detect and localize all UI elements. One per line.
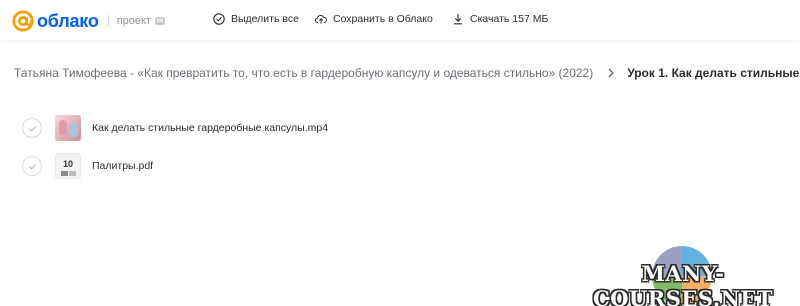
check-circle-icon — [213, 13, 225, 25]
list-item[interactable]: 10 Палитры.pdf — [22, 147, 422, 185]
save-to-cloud-label: Сохранить в Облако — [333, 13, 433, 25]
download-label: Скачать 157 МБ — [470, 13, 549, 25]
logo-divider — [107, 15, 109, 27]
file-name[interactable]: Как делать стильные гардеробные капсулы.… — [92, 122, 328, 134]
file-list: Как делать стильные гардеробные капсулы.… — [22, 109, 422, 185]
select-checkbox[interactable] — [22, 118, 42, 138]
pdf-thumbnail-icon: 10 — [55, 153, 81, 179]
file-name[interactable]: Палитры.pdf — [92, 160, 153, 172]
cloud-upload-icon — [315, 14, 327, 24]
pdf-thumbnail-number: 10 — [62, 159, 73, 169]
breadcrumb-current: Урок 1. Как делать стильные гард... — [627, 66, 800, 80]
watermark: MANY-COURSES.NET — [566, 246, 800, 306]
list-item[interactable]: Как делать стильные гардеробные капсулы.… — [22, 109, 422, 147]
watermark-text: MANY-COURSES.NET — [592, 261, 773, 306]
video-thumbnail-icon — [55, 115, 81, 141]
select-all-button[interactable]: Выделить все — [213, 13, 299, 25]
vk-badge: vk — [154, 17, 165, 25]
download-icon — [454, 14, 462, 25]
checkmark-icon — [28, 125, 36, 132]
at-sign-icon — [12, 10, 34, 32]
select-all-label: Выделить все — [231, 13, 299, 25]
chevron-right-icon — [608, 68, 615, 78]
project-label: проект — [116, 15, 151, 27]
top-bar: облако проект vk Выделить все Сохранить … — [0, 0, 800, 40]
cloud-logo[interactable]: облако проект vk — [12, 10, 165, 32]
download-button[interactable]: Скачать 157 МБ — [452, 13, 548, 25]
logo-text: облако — [37, 10, 99, 31]
checkmark-icon — [28, 163, 36, 170]
breadcrumb-parent-link[interactable]: Татьяна Тимофеева - «Как превратить то, … — [14, 66, 593, 80]
select-checkbox[interactable] — [22, 156, 42, 176]
save-to-cloud-button[interactable]: Сохранить в Облако — [315, 13, 433, 25]
breadcrumb: Татьяна Тимофеева - «Как превратить то, … — [14, 66, 800, 80]
